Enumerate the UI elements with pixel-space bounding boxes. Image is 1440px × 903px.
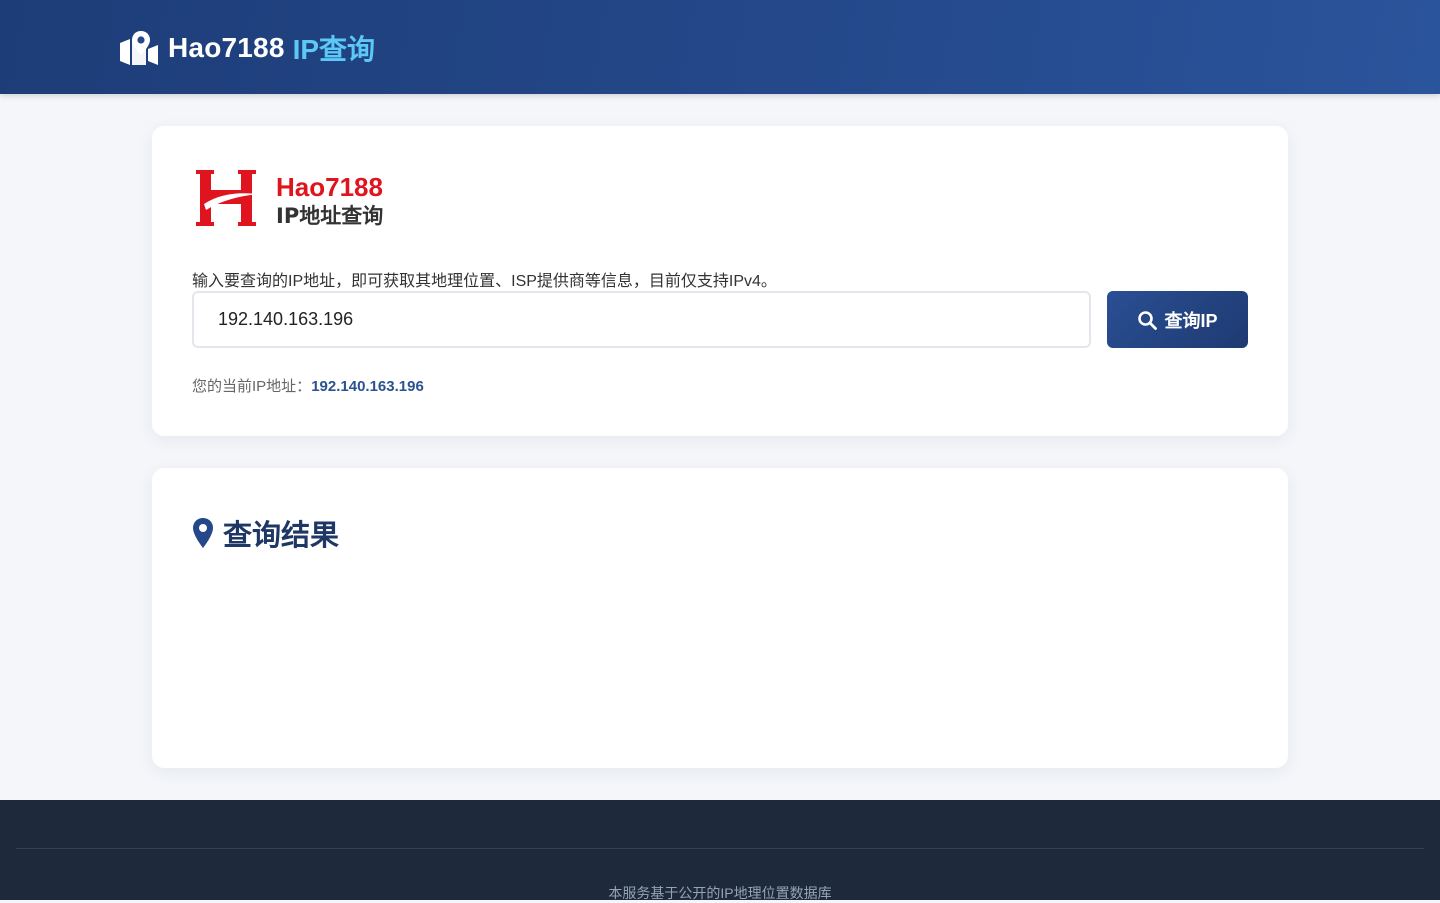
current-ip-value[interactable]: 192.140.163.196 [311, 378, 424, 395]
map-location-icon [120, 31, 158, 65]
logo-h-mark [196, 170, 258, 226]
query-ip-button-label: 查询IP [1164, 310, 1218, 331]
footer-divider [16, 848, 1424, 849]
current-ip: 您的当前IP地址：192.140.163.196 [192, 375, 424, 396]
site-logo: Hao7188 IP地址查询 [192, 166, 392, 230]
logo-line1: Hao7188 [276, 172, 383, 202]
search-icon [1137, 310, 1158, 330]
ip-input[interactable] [192, 291, 1091, 348]
logo-line2: IP地址查询 [276, 204, 383, 228]
current-ip-label: 您的当前IP地址： [192, 378, 312, 395]
result-heading: 查询结果 [192, 512, 339, 554]
query-hint: 输入要查询的IP地址，即可获取其地理位置、ISP提供商等信息，目前仅支持IPv4… [192, 273, 777, 290]
brand-name: Hao7188 [168, 32, 285, 63]
footer: 本服务基于公开的IP地理位置数据库 [0, 800, 1440, 901]
query-card: Hao7188 IP地址查询 输入要查询的IP地址，即可获取其地理位置、ISP提… [152, 126, 1288, 436]
brand[interactable]: Hao7188 IP查询 [120, 28, 375, 68]
brand-accent: IP查询 [292, 34, 376, 65]
result-title: 查询结果 [223, 520, 340, 552]
footer-text: 本服务基于公开的IP地理位置数据库 [608, 885, 832, 901]
map-pin-icon [192, 517, 214, 549]
query-ip-button[interactable]: 查询IP [1107, 291, 1248, 348]
top-navbar: Hao7188 IP查询 [0, 0, 1440, 94]
result-card: 查询结果 [152, 468, 1288, 768]
